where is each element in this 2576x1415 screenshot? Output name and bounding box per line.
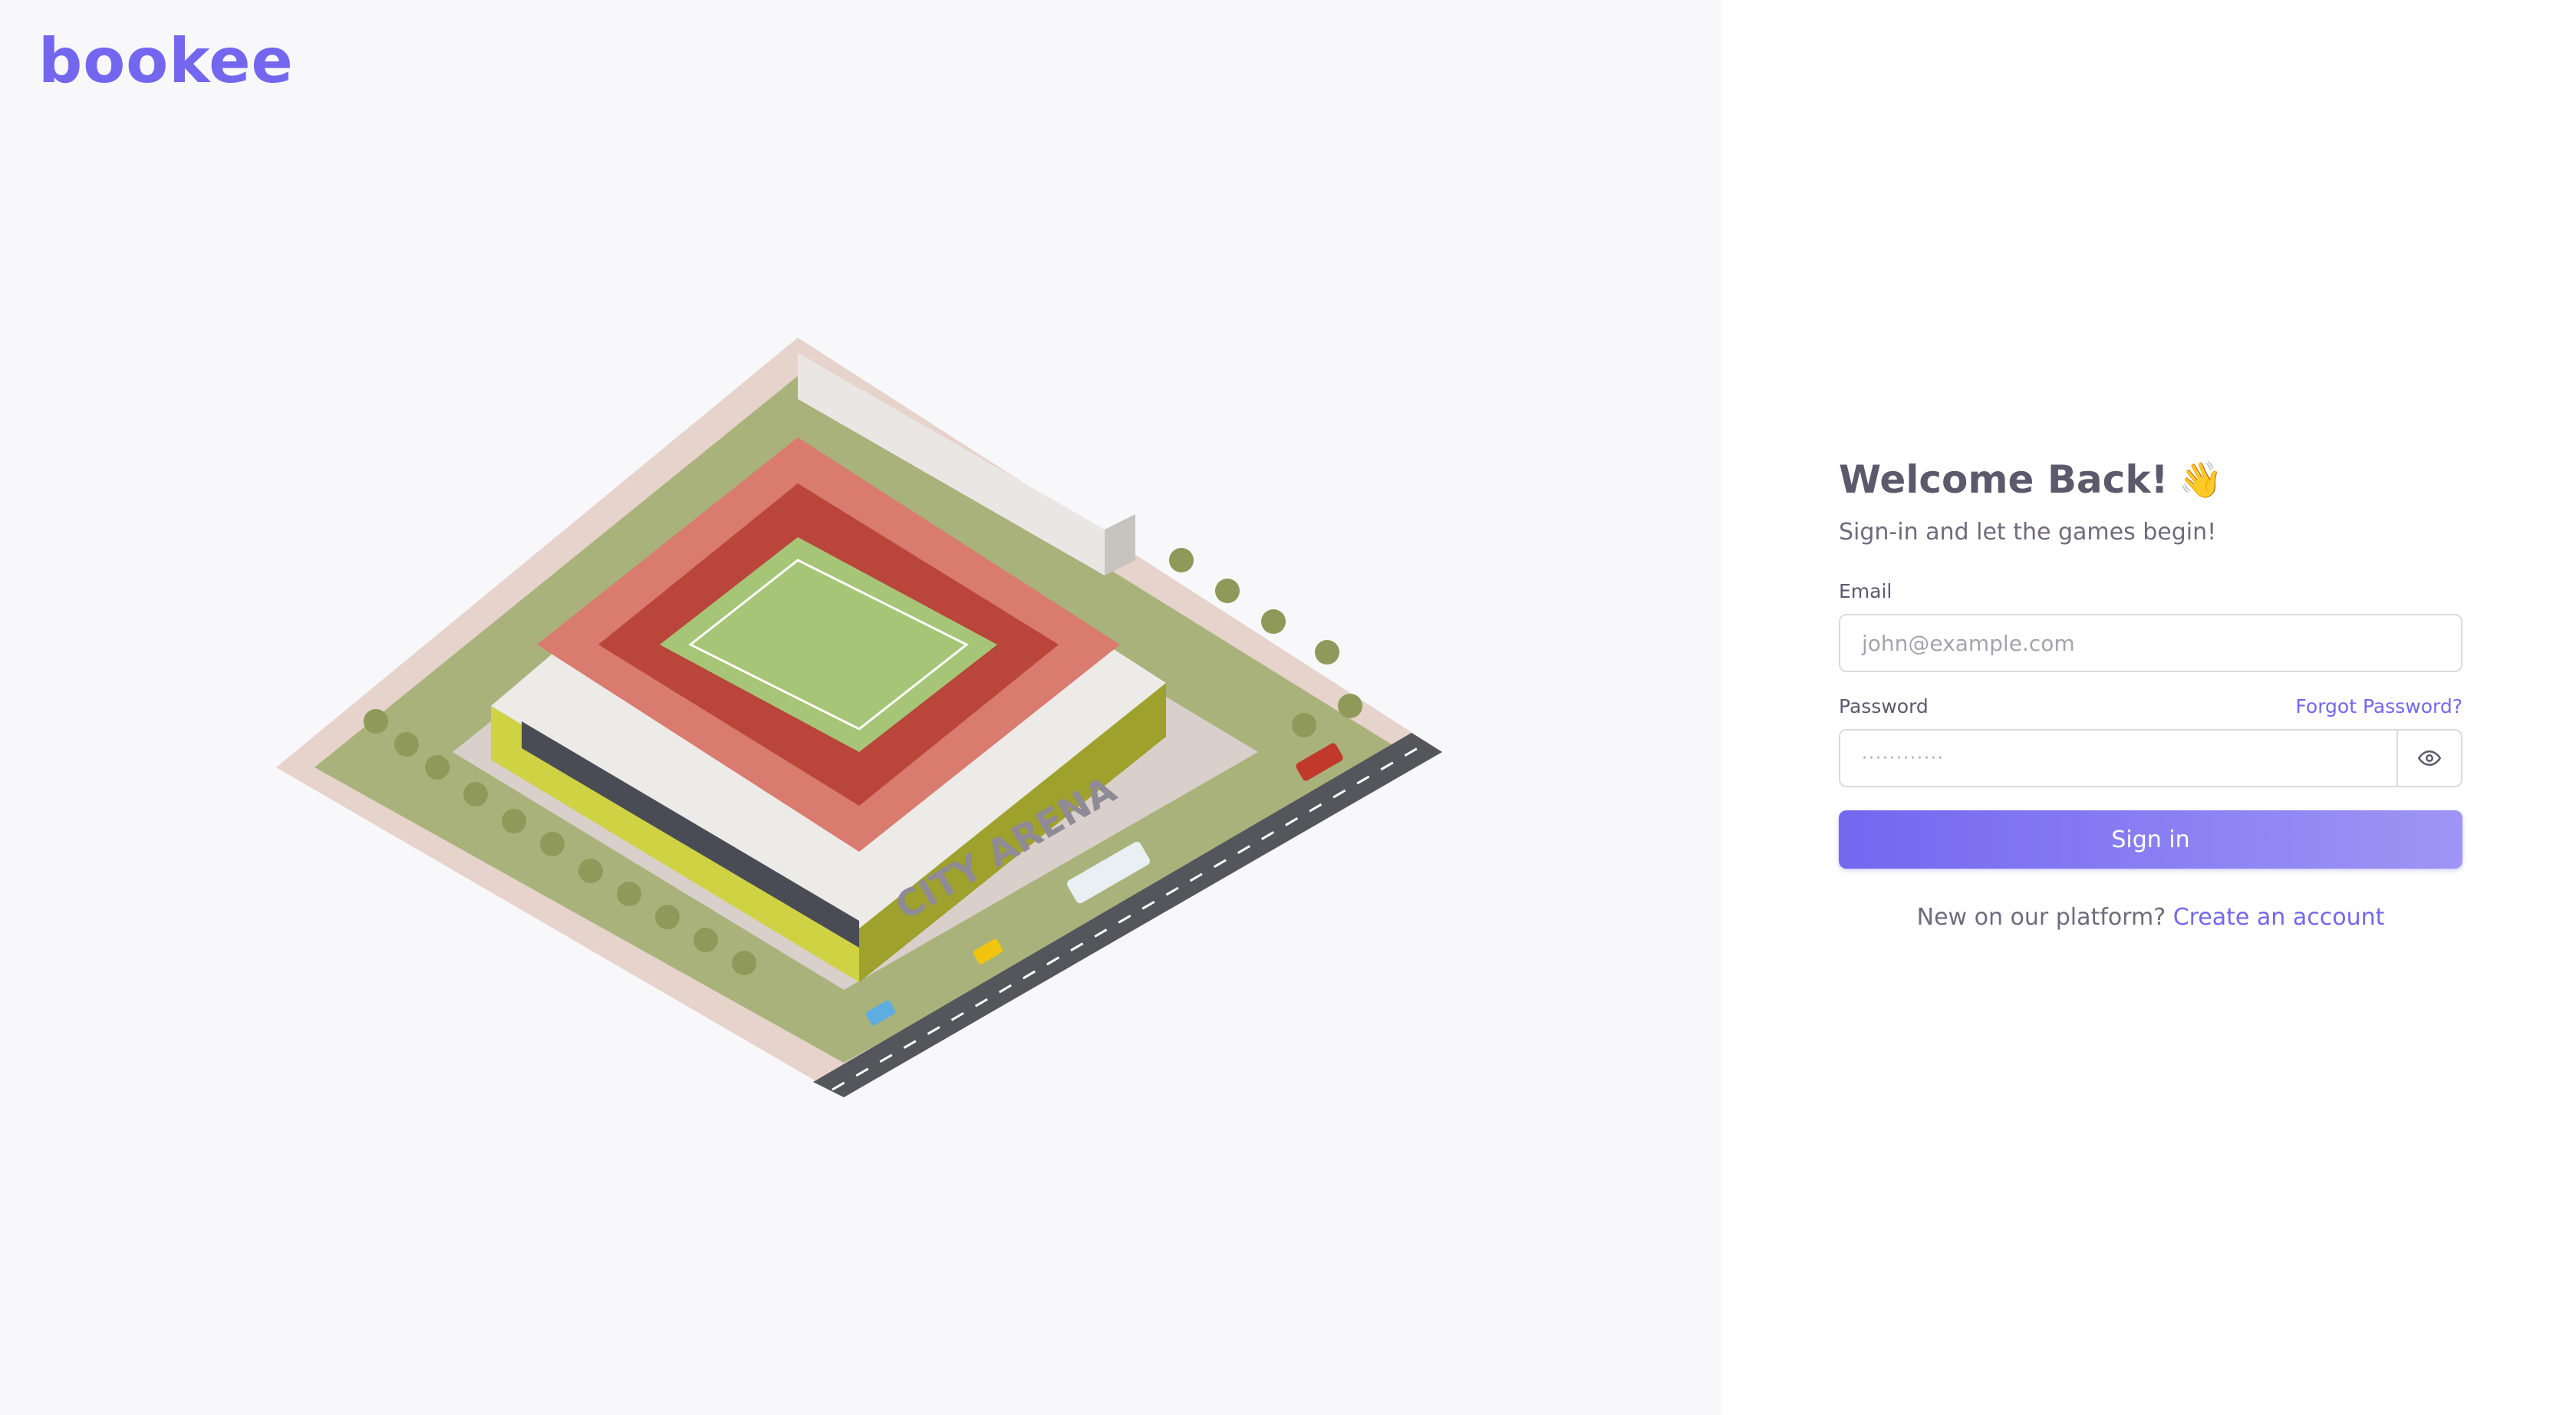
password-placeholder: ············: [1862, 748, 1945, 768]
password-toggle-button[interactable]: [2396, 729, 2462, 787]
password-label-row: Password Forgot Password?: [1839, 694, 2462, 720]
login-panel: Welcome Back! 👋 Sign-in and let the game…: [1721, 0, 2576, 1415]
brand-logo[interactable]: bookee: [38, 23, 294, 100]
welcome-subtitle: Sign-in and let the games begin!: [1839, 519, 2217, 546]
email-label: Email: [1839, 580, 1892, 602]
password-label: Password: [1839, 695, 1929, 717]
illustration-panel: bookee CITY ARENA: [0, 0, 1721, 1415]
signup-prompt-text: New on our platform?: [1916, 904, 2166, 931]
create-account-link[interactable]: Create an account: [2173, 904, 2385, 931]
stadium-illustration: CITY ARENA: [276, 338, 1442, 1097]
page-title: Welcome Back! 👋: [1839, 453, 2462, 506]
password-group: ············: [1839, 729, 2462, 787]
login-form: Welcome Back! 👋 Sign-in and let the game…: [1839, 453, 2462, 933]
email-field[interactable]: john@example.com: [1839, 614, 2462, 672]
welcome-title: Welcome Back!: [1839, 457, 2169, 502]
sign-in-button[interactable]: Sign in: [1839, 810, 2462, 869]
signup-prompt: New on our platform? Create an account: [1839, 902, 2462, 933]
forgot-password-link[interactable]: Forgot Password?: [2295, 694, 2462, 720]
password-field[interactable]: ············: [1839, 729, 2396, 787]
waving-hand-icon: 👋: [2179, 459, 2223, 500]
eye-icon: [2418, 750, 2441, 767]
email-placeholder: john@example.com: [1862, 630, 2075, 656]
